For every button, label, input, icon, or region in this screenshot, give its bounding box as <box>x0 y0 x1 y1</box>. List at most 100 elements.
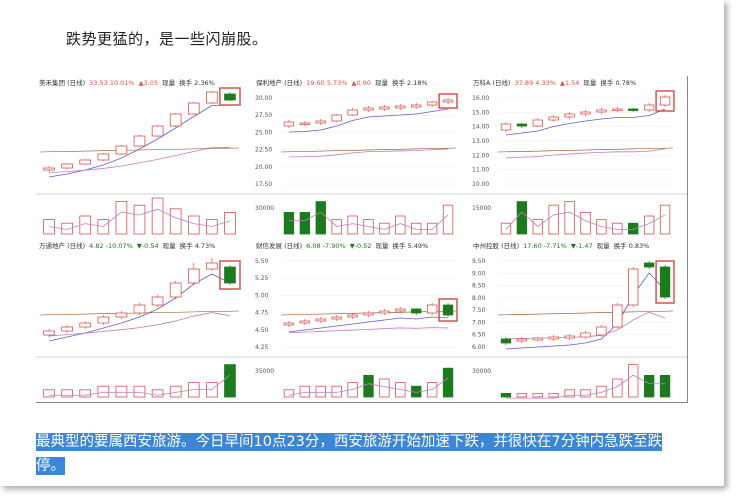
volume-bar <box>133 204 146 235</box>
volume-tick-label: 15000 <box>472 205 491 212</box>
candle-body <box>79 159 92 165</box>
header-field: 37.89 4.33% <box>515 79 556 87</box>
header-field: 33.53 10.01% <box>89 79 134 87</box>
volume-bar <box>516 201 528 235</box>
header-field: 6.08 -7.90% <box>306 242 346 250</box>
price-tick-label: 6.00 <box>472 344 486 351</box>
candle-body <box>97 316 110 324</box>
candle-body <box>363 312 374 316</box>
price-tick-label: 7.00 <box>472 319 486 326</box>
candle-body <box>411 104 422 108</box>
candle-body <box>659 96 671 106</box>
candle-body <box>379 106 390 110</box>
volume-bar <box>299 385 311 398</box>
header-field: 现量 <box>163 242 177 250</box>
candle-body <box>395 105 406 109</box>
volume-bar <box>580 389 591 398</box>
candle-body <box>426 101 438 106</box>
kline-svg: 美禾集团 (日线) 33.53 10.01% ▲3.05 现量 换手 2.36% <box>36 78 253 235</box>
volume-bar <box>187 215 200 235</box>
candle-body <box>532 119 543 127</box>
price-tick-label: 8.00 <box>472 295 486 302</box>
candle-body <box>61 326 73 332</box>
volume-bar <box>516 392 528 398</box>
candle-body <box>363 107 374 111</box>
candle-body <box>224 266 236 284</box>
candle-body <box>548 336 559 340</box>
panel-header: 财信发展 (日线) 6.08 -7.90% ▼-0.52 现量 换手 5.49% <box>256 241 428 250</box>
header-field: 换手 2.18% <box>392 78 428 87</box>
price-tick-label: 8.50 <box>472 283 486 290</box>
header-field: ▼-1.47 <box>571 242 593 250</box>
header-field: 换手 5.49% <box>393 241 429 250</box>
candle-body <box>442 304 454 316</box>
candle-body <box>548 116 559 121</box>
candle-body <box>659 266 671 298</box>
price-tick-label: 5.50 <box>255 258 269 265</box>
header-field: 美禾集团 (日线) <box>39 78 85 87</box>
header-field: 19.60 5.73% <box>306 79 347 87</box>
price-tick-label: 9.50 <box>472 258 486 265</box>
candle-body <box>206 262 218 270</box>
candle-body <box>169 113 182 127</box>
volume-bar <box>442 367 454 398</box>
header-field: 万科A (日线) <box>473 78 511 87</box>
volume-tick-label: 30000 <box>472 368 491 375</box>
candle-body <box>43 167 55 171</box>
kline-svg: 财信发展 (日线) 6.08 -7.90% ▼-0.52 现量 换手 5.49% 5.50… <box>253 241 470 398</box>
candle-body <box>133 304 146 314</box>
price-tick-label: 4.75 <box>255 310 269 317</box>
volume-bar <box>580 211 591 235</box>
header-field: 换手 2.36% <box>179 78 215 87</box>
kline-svg: 保利地产 (日线) 19.60 5.73% ▲0.90 现量 换手 2.18% 30.00… <box>253 78 470 235</box>
volume-bar <box>548 392 559 398</box>
kline-panel-caixin: 财信发展 (日线) 6.08 -7.90% ▼-0.52 现量 换手 5.49% 5.50… <box>253 239 471 403</box>
candle-body <box>612 304 623 328</box>
volume-bar <box>299 211 311 235</box>
price-tick-label: 30.00 <box>255 95 272 102</box>
volume-bar <box>596 385 607 398</box>
caption-text: 最典型的要属西安旅游。今日早间10点23分，西安旅游开始加速下跌，并很快在7分钟… <box>36 430 686 478</box>
candle-body <box>379 310 390 314</box>
volume-bar <box>97 385 110 398</box>
volume-bar <box>283 389 295 398</box>
candle-body <box>43 330 55 336</box>
candle-body <box>331 316 342 320</box>
volume-bar <box>426 222 438 235</box>
caption-highlight: 最典型的要属西安旅游。今日早间10点23分，西安旅游开始加速下跌，并很快在7分钟… <box>36 433 663 475</box>
volume-bar <box>643 374 655 398</box>
kline-svg: 中州控股 (日线) 17.60 -7.71% ▼-1.47 现量 换手 0.83% 9.5… <box>470 241 687 399</box>
header-field: 4.82 -10.07% <box>89 242 133 250</box>
candle-body <box>79 322 92 328</box>
header-field: ▲0.90 <box>351 79 370 87</box>
price-tick-label: 25.00 <box>255 129 272 136</box>
volume-bar <box>133 385 146 398</box>
candle-body <box>347 314 358 318</box>
candle-body <box>500 123 512 131</box>
candle-body <box>331 114 342 122</box>
candle-body <box>97 153 110 161</box>
header-field: 换手 0.78% <box>600 78 636 87</box>
volume-bar <box>659 374 671 398</box>
candle-body <box>395 308 406 312</box>
candle-body <box>564 335 575 339</box>
ma-line-long <box>288 327 449 334</box>
price-tick-label: 27.50 <box>255 112 272 119</box>
candle-body <box>299 320 311 324</box>
volume-bar <box>43 389 55 398</box>
header-field: ▲3.05 <box>139 79 158 87</box>
volume-bar <box>61 389 73 398</box>
volume-bar <box>532 392 543 398</box>
volume-bar <box>379 378 390 398</box>
volume-bar <box>224 364 236 398</box>
volume-bar <box>151 197 164 235</box>
price-tick-label: 4.50 <box>255 327 269 334</box>
candle-body <box>643 104 655 111</box>
volume-bar <box>564 201 575 235</box>
kline-chart-grid: 美禾集团 (日线) 33.53 10.01% ▲3.05 现量 换手 2.36% 保利地… <box>36 76 688 403</box>
candle-body <box>115 145 128 155</box>
panel-header: 万科A (日线) 37.89 4.33% ▲1.54 现量 换手 0.78% <box>473 78 636 87</box>
price-tick-label: 12.00 <box>472 152 489 159</box>
candle-body <box>612 108 623 111</box>
candle-body <box>643 262 655 268</box>
